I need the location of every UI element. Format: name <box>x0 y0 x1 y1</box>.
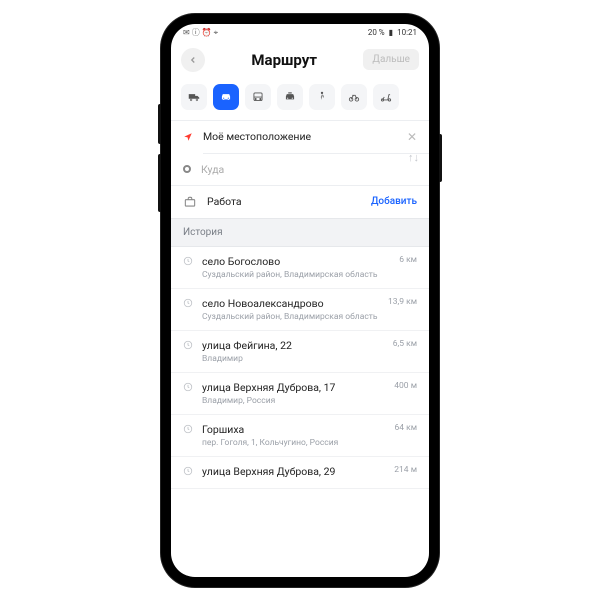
history-title: село Богослово <box>202 255 390 268</box>
transport-car[interactable] <box>213 84 239 110</box>
phone-side-button <box>158 154 161 212</box>
to-field[interactable]: Куда <box>171 154 429 185</box>
history-item[interactable]: улица Фейгина, 22 Владимир 6,5 км <box>171 331 429 373</box>
history-item[interactable]: улица Верхняя Дуброва, 17 Владимир, Росс… <box>171 373 429 415</box>
transport-walk[interactable] <box>309 84 335 110</box>
phone-side-button <box>158 104 161 144</box>
back-button[interactable] <box>181 48 205 72</box>
history-title: улица Фейгина, 22 <box>202 339 384 352</box>
route-header: Маршрут Дальше <box>171 42 429 78</box>
from-label: Моё местоположение <box>203 130 397 143</box>
add-saved-button[interactable]: Добавить <box>371 196 417 207</box>
to-placeholder: Куда <box>201 163 417 176</box>
transport-bus[interactable] <box>245 84 271 110</box>
transport-bike[interactable] <box>341 84 367 110</box>
transport-scooter[interactable] <box>373 84 399 110</box>
history-distance: 64 км <box>394 423 417 433</box>
clock-icon <box>183 298 193 308</box>
status-left-icons: ✉ ⓘ ⏰ ⌖ <box>183 27 218 38</box>
history-title: улица Верхняя Дуброва, 17 <box>202 381 385 394</box>
history-header: История <box>171 218 429 247</box>
history-item[interactable]: Горшиха пер. Гоголя, 1, Кольчугино, Росс… <box>171 415 429 457</box>
status-time: 10:21 <box>397 28 417 37</box>
history-list: село Богослово Суздальский район, Владим… <box>171 247 429 577</box>
briefcase-icon <box>183 195 197 209</box>
history-sub: пер. Гоголя, 1, Кольчугино, Россия <box>202 438 385 448</box>
transport-truck[interactable] <box>181 84 207 110</box>
phone-frame: ✉ ⓘ ⏰ ⌖ 20 % ▮ 10:21 Маршрут Дальше <box>161 14 439 587</box>
clock-icon <box>183 424 193 434</box>
next-button[interactable]: Дальше <box>363 49 419 70</box>
status-bar: ✉ ⓘ ⏰ ⌖ 20 % ▮ 10:21 <box>171 24 429 42</box>
route-inputs: Моё местоположение ✕ Куда ↑↓ <box>171 121 429 185</box>
swap-icon[interactable]: ↑↓ <box>408 151 419 164</box>
battery-percent: 20 % <box>368 28 385 37</box>
history-title: село Новоалександрово <box>202 297 379 310</box>
app-screen: ✉ ⓘ ⏰ ⌖ 20 % ▮ 10:21 Маршрут Дальше <box>171 24 429 577</box>
history-title: Горшиха <box>202 423 385 436</box>
history-title: улица Верхняя Дуброва, 29 <box>202 465 385 478</box>
history-sub: Владимир, Россия <box>202 396 385 406</box>
history-distance: 6 км <box>399 255 417 265</box>
transport-modes <box>171 78 429 120</box>
history-distance: 214 м <box>394 465 417 475</box>
saved-place-work[interactable]: Работа Добавить <box>171 185 429 218</box>
clock-icon <box>183 466 193 476</box>
history-sub: Суздальский район, Владимирская область <box>202 312 379 322</box>
history-item[interactable]: улица Верхняя Дуброва, 29 214 м <box>171 457 429 489</box>
history-item[interactable]: село Новоалександрово Суздальский район,… <box>171 289 429 331</box>
destination-dot-icon <box>183 165 191 173</box>
history-distance: 400 м <box>394 381 417 391</box>
saved-place-label: Работа <box>207 195 361 208</box>
history-distance: 13,9 км <box>388 297 417 307</box>
page-title: Маршрут <box>251 51 317 69</box>
phone-side-button <box>439 134 442 182</box>
clock-icon <box>183 382 193 392</box>
history-item[interactable]: село Богослово Суздальский район, Владим… <box>171 247 429 289</box>
location-icon <box>183 132 193 142</box>
clear-from-button[interactable]: ✕ <box>407 130 417 144</box>
clock-icon <box>183 256 193 266</box>
clock-icon <box>183 340 193 350</box>
transport-taxi[interactable] <box>277 84 303 110</box>
battery-icon: ▮ <box>389 28 393 37</box>
from-field[interactable]: Моё местоположение ✕ <box>171 121 429 153</box>
history-distance: 6,5 км <box>393 339 417 349</box>
history-sub: Владимир <box>202 354 384 364</box>
history-sub: Суздальский район, Владимирская область <box>202 270 390 280</box>
